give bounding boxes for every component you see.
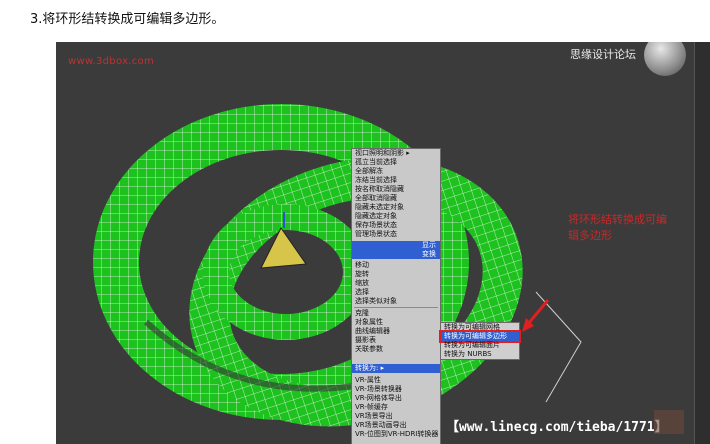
quad-context-menu[interactable]: 视口照明和阴影 ▸ 孤立当前选择 全部解冻 冻结当前选择 按名称取消隐藏 全部取… bbox=[351, 148, 441, 444]
submenu-item-editable-poly[interactable]: 转换为可编辑多边形 bbox=[439, 330, 521, 343]
menu-item-curve-editor[interactable]: 曲线编辑器 bbox=[352, 327, 440, 336]
menu-item-vr-anim-export[interactable]: VR场景动画导出 bbox=[352, 421, 440, 430]
menu-item-vr-scene-export[interactable]: VR场景导出 bbox=[352, 412, 440, 421]
quad-label-display: 显示 bbox=[352, 241, 440, 250]
corner-logo-icon bbox=[654, 410, 684, 434]
menu-item-freeze[interactable]: 冻结当前选择 bbox=[352, 176, 440, 185]
menu-item-select[interactable]: 选择 bbox=[352, 288, 440, 297]
menu-item-vr-bitmap-converter[interactable]: VR-位图到VR-HDRI转换器 bbox=[352, 430, 440, 439]
annotation-text: 将环形结转换成可编辑多边形 bbox=[568, 213, 667, 242]
menu-item-wire-parameters[interactable]: 关联参数 bbox=[352, 345, 440, 354]
menu-item-vr-scene-converter[interactable]: VR-场景转换器 bbox=[352, 385, 440, 394]
menu-item-clone[interactable]: 克隆 bbox=[352, 309, 440, 318]
menu-item-save-scene-state[interactable]: 保存场景状态 bbox=[352, 221, 440, 230]
menu-item-manage-scene-state[interactable]: 管理场景状态 bbox=[352, 230, 440, 239]
menu-item-hide-selected[interactable]: 隐藏选定对象 bbox=[352, 212, 440, 221]
convert-to-submenu[interactable]: 转换为可编辑网格 转换为可编辑多边形 转换为可编辑面片 转换为 NURBS bbox=[439, 322, 521, 360]
menu-item-unhide-by-name[interactable]: 按名称取消隐藏 bbox=[352, 185, 440, 194]
menu-item-unhide-all[interactable]: 全部取消隐藏 bbox=[352, 194, 440, 203]
menu-item-hide-unselected[interactable]: 隐藏未选定对象 bbox=[352, 203, 440, 212]
pointer-arrow bbox=[526, 299, 550, 325]
right-panel-edge bbox=[694, 42, 710, 444]
viewport[interactable]: www.3dbox.com 思缘设计论坛 将环形结转换成可编辑多边形 3Dmax… bbox=[56, 42, 694, 444]
submenu-item-editable-mesh[interactable]: 转换为可编辑网格 bbox=[441, 323, 519, 332]
watermark-text: www.3dbox.com bbox=[68, 56, 155, 67]
menu-item-rotate[interactable]: 旋转 bbox=[352, 270, 440, 279]
menu-item-vr-mesh-export[interactable]: VR-网格体导出 bbox=[352, 394, 440, 403]
brand-text: 思缘设计论坛 bbox=[570, 48, 636, 61]
menu-item-isolate[interactable]: 孤立当前选择 bbox=[352, 158, 440, 167]
menu-item-select-similar[interactable]: 选择类似对象 bbox=[352, 297, 440, 306]
menu-item-move[interactable]: 移动 bbox=[352, 261, 440, 270]
submenu-item-nurbs[interactable]: 转换为 NURBS bbox=[441, 350, 519, 359]
menu-item-unfreeze-all[interactable]: 全部解冻 bbox=[352, 167, 440, 176]
menu-item-vr-framebuffer[interactable]: VR-帧缓存 bbox=[352, 403, 440, 412]
menu-item-convert-to[interactable]: 转换为: ▸ bbox=[352, 364, 440, 373]
step-instruction: 3.将环形结转换成可编辑多边形。 bbox=[30, 12, 225, 27]
menu-item-viewport-lighting[interactable]: 视口照明和阴影 ▸ bbox=[352, 149, 440, 158]
menu-separator bbox=[354, 307, 438, 308]
menu-item-vr-properties[interactable]: VR-属性 bbox=[352, 376, 440, 385]
submenu-item-editable-patch[interactable]: 转换为可编辑面片 bbox=[441, 341, 519, 350]
menu-item-dope-sheet[interactable]: 摄影表 bbox=[352, 336, 440, 345]
menu-item-object-properties[interactable]: 对象属性 bbox=[352, 318, 440, 327]
quad-label-transform: 变换 bbox=[352, 250, 440, 259]
menu-item-scale[interactable]: 缩放 bbox=[352, 279, 440, 288]
